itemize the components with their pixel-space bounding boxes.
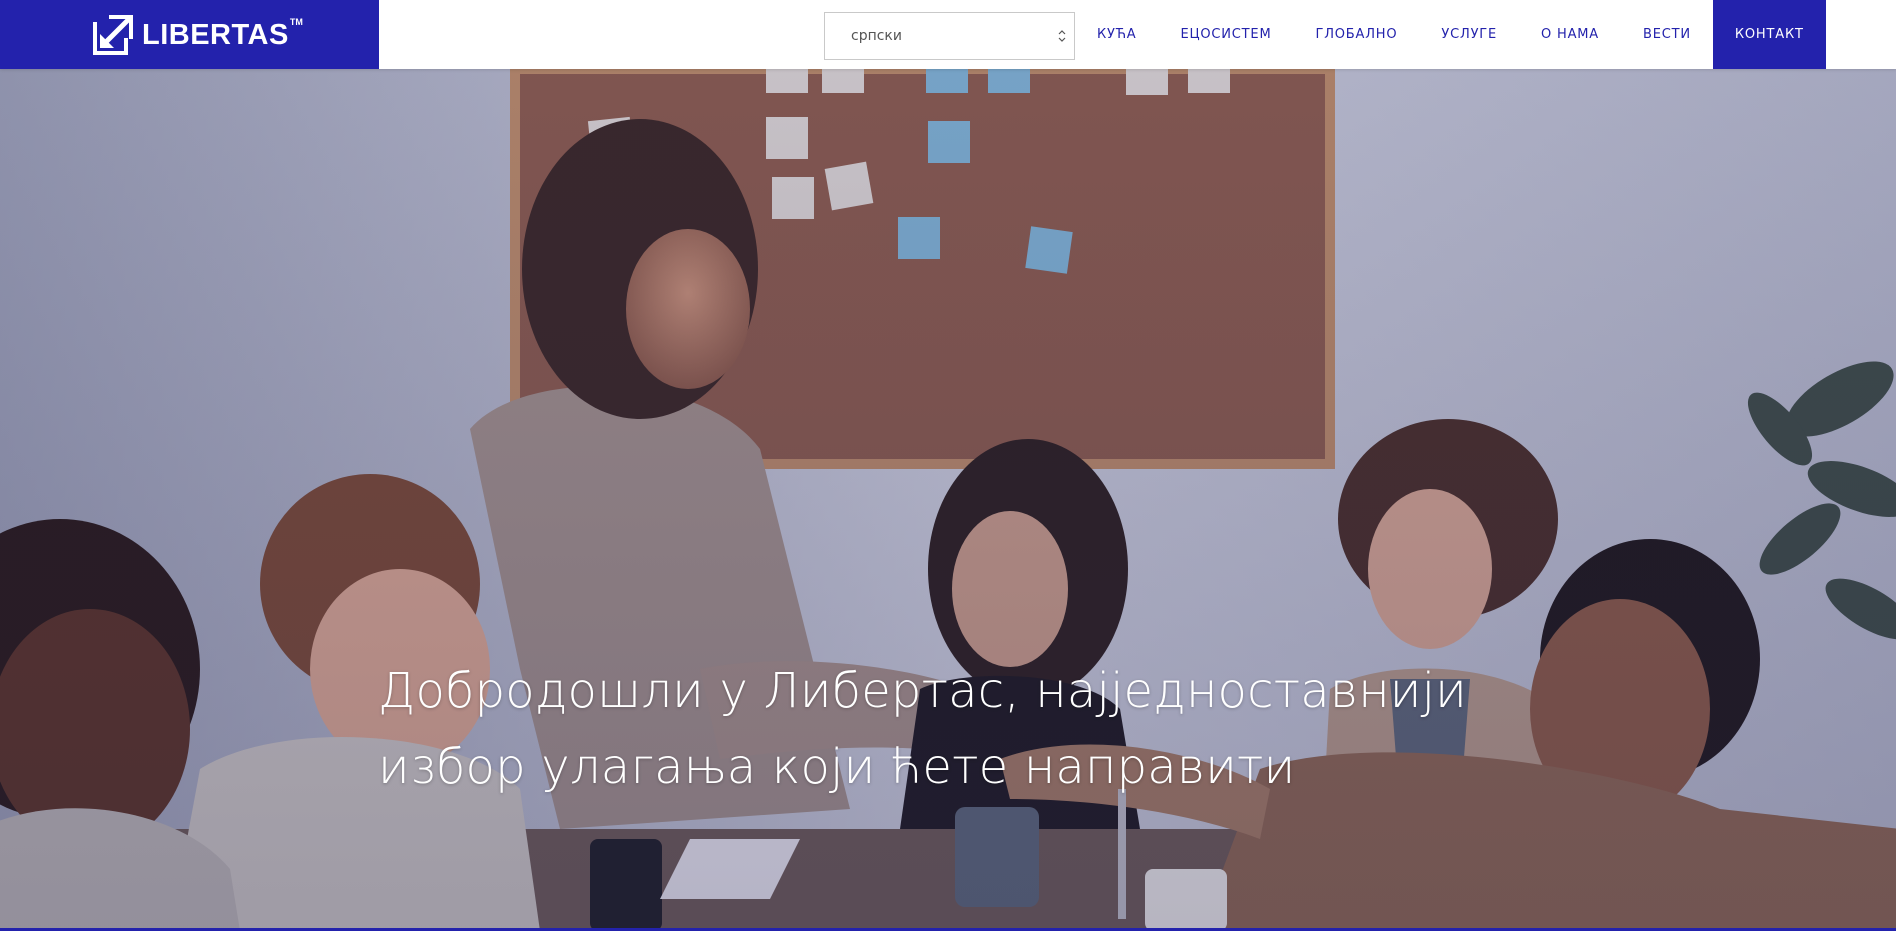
nav-item-global[interactable]: ГЛОБАЛНО [1293,0,1419,69]
main-nav: КУЋА ЕЦОСИСТЕМ ГЛОБАЛНО УСЛУГЕ О НАМА ВЕ… [1075,0,1826,69]
nav-item-home[interactable]: КУЋА [1075,0,1158,69]
logo-trademark: TM [289,17,303,27]
brand-block: LIBERTAS TM [0,0,379,69]
arrow-up-right-box-icon [93,15,133,55]
logo-link[interactable]: LIBERTAS TM [92,14,303,56]
hero-section: Добродошли у Либертас, најједноставнији … [0,69,1896,931]
language-select-value: српски [851,28,902,44]
site-header: LIBERTAS TM српски КУЋА ЕЦОСИСТЕМ ГЛОБАЛ… [0,0,1896,69]
language-select[interactable]: српски [824,12,1075,60]
nav-item-news[interactable]: ВЕСТИ [1621,0,1713,69]
hero-title: Добродошли у Либертас, најједноставнији … [378,663,1467,795]
nav-item-ecosystem[interactable]: ЕЦОСИСТЕМ [1158,0,1293,69]
nav-item-about[interactable]: О НАМА [1519,0,1621,69]
nav-item-services[interactable]: УСЛУГЕ [1419,0,1519,69]
nav-item-contact[interactable]: КОНТАКТ [1712,0,1826,69]
logo-text: LIBERTAS [142,18,289,51]
chevron-up-down-icon [1058,30,1066,42]
